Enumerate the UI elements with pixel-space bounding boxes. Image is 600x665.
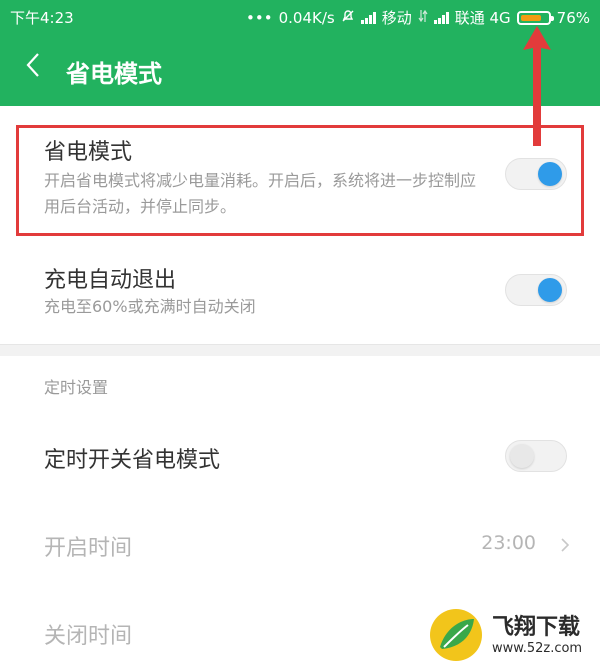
battery-percent: 76% xyxy=(556,8,590,27)
data-arrows-icon xyxy=(418,9,428,27)
start-time-value: 23:00 xyxy=(481,532,536,554)
carrier-2: 联通 4G xyxy=(454,9,511,27)
status-time: 下午4:23 xyxy=(10,9,74,27)
power-saving-toggle[interactable] xyxy=(505,158,567,190)
chevron-left-icon[interactable] xyxy=(24,50,42,88)
schedule-toggle-title: 定时开关省电模式 xyxy=(44,448,221,473)
start-time-label: 开启时间 xyxy=(44,536,133,561)
mute-icon xyxy=(341,9,355,27)
page-title: 省电模式 xyxy=(66,60,162,88)
status-bar: 下午4:23 ••• 0.04K/s 移动 联通 4G 76% xyxy=(0,0,600,34)
leaf-logo-icon xyxy=(430,609,482,661)
schedule-section-header: 定时设置 xyxy=(44,378,109,397)
schedule-toggle-row[interactable]: 定时开关省电模式 xyxy=(0,412,600,500)
auto-exit-title: 充电自动退出 xyxy=(44,268,177,293)
auto-exit-toggle[interactable] xyxy=(505,274,567,306)
chevron-right-icon xyxy=(558,537,572,552)
toggle-knob xyxy=(538,162,562,186)
watermark-brand: 飞翔下载 xyxy=(492,615,581,640)
power-saving-row[interactable]: 省电模式 开启省电模式将减少电量消耗。开启后，系统将进一步控制应用后台活动，并停… xyxy=(0,120,600,240)
auto-exit-row[interactable]: 充电自动退出 充电至60%或充满时自动关闭 xyxy=(0,248,600,340)
end-time-label: 关闭时间 xyxy=(44,624,133,649)
status-right: ••• 0.04K/s 移动 联通 4G 76% xyxy=(246,7,590,28)
notification-dots: ••• xyxy=(246,8,273,27)
action-bar: 省电模式 xyxy=(0,34,600,106)
start-time-row[interactable]: 开启时间 23:00 xyxy=(0,500,600,588)
auto-exit-desc: 充电至60%或充满时自动关闭 xyxy=(44,297,256,316)
signal-icon-1 xyxy=(360,11,376,24)
watermark-url: www.52z.com xyxy=(492,641,583,656)
toggle-knob xyxy=(538,278,562,302)
section-divider xyxy=(0,344,600,356)
schedule-toggle[interactable] xyxy=(505,440,567,472)
battery-icon xyxy=(516,10,554,25)
toggle-knob xyxy=(510,444,534,468)
signal-icon-2 xyxy=(433,11,449,24)
power-saving-title: 省电模式 xyxy=(44,140,133,165)
network-speed: 0.04K/s xyxy=(278,8,335,27)
power-saving-desc: 开启省电模式将减少电量消耗。开启后，系统将进一步控制应用后台活动，并停止同步。 xyxy=(44,171,477,216)
watermark: 飞翔下载 www.52z.com xyxy=(428,603,600,665)
carrier-1: 移动 xyxy=(381,9,412,27)
